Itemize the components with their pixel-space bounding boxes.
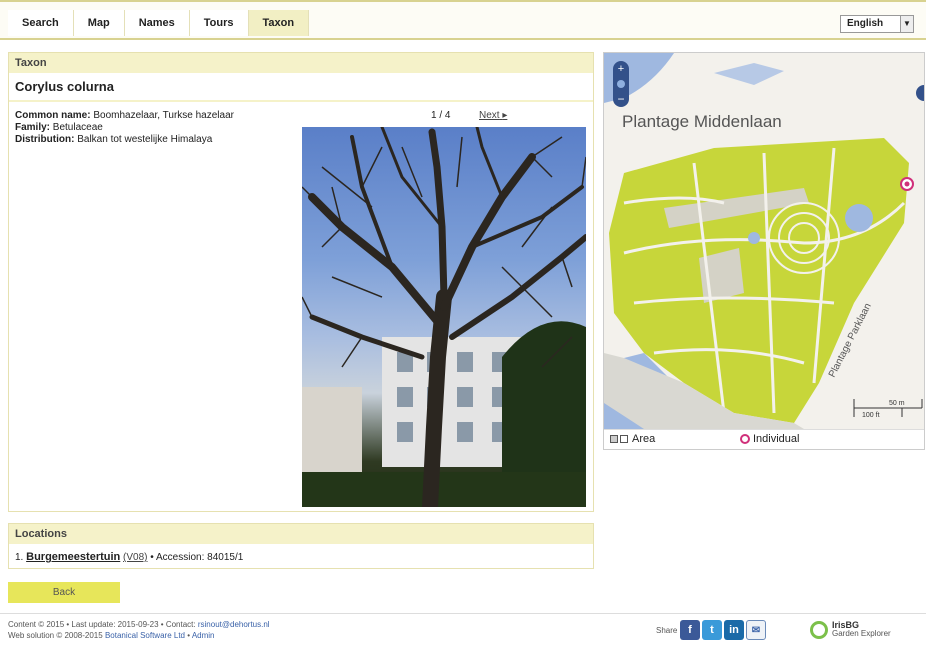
linkedin-icon[interactable]: in xyxy=(724,620,744,640)
location-code-link[interactable]: (V08) xyxy=(123,552,147,563)
taxon-panel-title: Taxon xyxy=(9,53,593,73)
common-name-value: Boomhazelaar, Turkse hazelaar xyxy=(93,110,234,121)
locations-title: Locations xyxy=(9,524,593,544)
family-value: Betulaceae xyxy=(52,122,103,133)
back-button[interactable]: Back xyxy=(8,582,120,603)
common-name-row: Common name: Boomhazelaar, Turkse hazela… xyxy=(15,110,295,122)
svg-text:−: − xyxy=(617,92,624,106)
footer-line-1: Content © 2015 • Last update: 2015-09-23… xyxy=(8,619,270,630)
tab-map[interactable]: Map xyxy=(73,10,125,36)
individual-legend-icon xyxy=(740,434,750,444)
tab-search[interactable]: Search xyxy=(8,10,74,36)
taxon-facts: Common name: Boomhazelaar, Turkse hazela… xyxy=(15,110,295,146)
footer-line-2: Web solution © 2008-2015 Botanical Softw… xyxy=(8,630,270,641)
map-canvas[interactable]: + − Plantage Middenlaan Plantage Parklaa… xyxy=(604,53,924,429)
taxon-name: Corylus colurna xyxy=(15,79,114,94)
svg-text:+: + xyxy=(618,63,624,75)
family-label: Family: xyxy=(15,122,51,133)
facebook-icon[interactable]: f xyxy=(680,620,700,640)
location-index: 1. xyxy=(15,552,24,563)
language-value: English xyxy=(847,18,884,29)
nav-tabs: Search Map Names Tours Taxon xyxy=(8,10,310,36)
email-icon[interactable]: ✉ xyxy=(746,620,766,640)
language-select[interactable]: English ▼ xyxy=(840,15,914,33)
twitter-icon[interactable]: t xyxy=(702,620,722,640)
irisbg-subtitle: Garden Explorer xyxy=(832,629,891,638)
legend-individual-label: Individual xyxy=(753,433,800,445)
company-link[interactable]: Botanical Software Ltd xyxy=(105,631,185,640)
divider xyxy=(9,100,593,102)
footer-copyright: Web solution © 2008-2015 xyxy=(8,631,103,640)
distribution-row: Distribution: Balkan tot westelijke Hima… xyxy=(15,134,295,146)
admin-link[interactable]: Admin xyxy=(192,631,215,640)
family-row: Family: Betulaceae xyxy=(15,122,295,134)
photo-counter: 1 / 4 xyxy=(431,110,451,121)
scale-feet: 100 ft xyxy=(862,412,880,419)
contact-email-link[interactable]: rsinout@dehortus.nl xyxy=(198,620,270,629)
share-label: Share xyxy=(656,626,678,635)
photo-pager: 1 / 4 Next ▸ xyxy=(431,110,507,121)
tree-photo-icon xyxy=(302,127,586,507)
distribution-value: Balkan tot westelijke Himalaya xyxy=(77,134,213,145)
taxon-photo[interactable] xyxy=(302,127,586,507)
accession-text: • Accession: 84015/1 xyxy=(150,552,244,563)
street-label-middenlaan: Plantage Middenlaan xyxy=(622,112,782,131)
top-nav: Search Map Names Tours Taxon English ▼ xyxy=(0,0,926,40)
next-photo-link[interactable]: Next ▸ xyxy=(479,110,507,121)
footer-bullet: • xyxy=(187,631,191,640)
common-name-label: Common name: xyxy=(15,110,91,121)
location-item: 1. Burgemeestertuin (V08) • Accession: 8… xyxy=(15,551,243,563)
footer-divider xyxy=(0,613,926,614)
taxon-panel: Taxon Corylus colurna Common name: Boomh… xyxy=(8,52,594,512)
footer-content-info: Content © 2015 • Last update: 2015-09-23… xyxy=(8,620,196,629)
location-garden-link[interactable]: Burgemeestertuin xyxy=(26,551,120,563)
locations-panel: Locations 1. Burgemeestertuin (V08) • Ac… xyxy=(8,523,594,569)
legend-area-label: Area xyxy=(632,433,656,445)
footer-text: Content © 2015 • Last update: 2015-09-23… xyxy=(8,619,270,641)
scale-meters: 50 m xyxy=(889,400,905,407)
distribution-label: Distribution: xyxy=(15,134,75,145)
next-arrow-icon: ▸ xyxy=(502,110,508,121)
tab-tours[interactable]: Tours xyxy=(189,10,249,36)
map-legend: Area Individual xyxy=(604,429,924,449)
garden-map[interactable]: + − Plantage Middenlaan Plantage Parklaa… xyxy=(603,52,925,450)
tab-taxon[interactable]: Taxon xyxy=(248,10,310,36)
next-photo-label: Next xyxy=(479,110,500,121)
chevron-down-icon: ▼ xyxy=(900,16,913,32)
tab-names[interactable]: Names xyxy=(124,10,190,36)
irisbg-logo-icon xyxy=(810,621,828,639)
area-legend-icon-2 xyxy=(620,435,628,443)
area-legend-icon xyxy=(610,435,618,443)
